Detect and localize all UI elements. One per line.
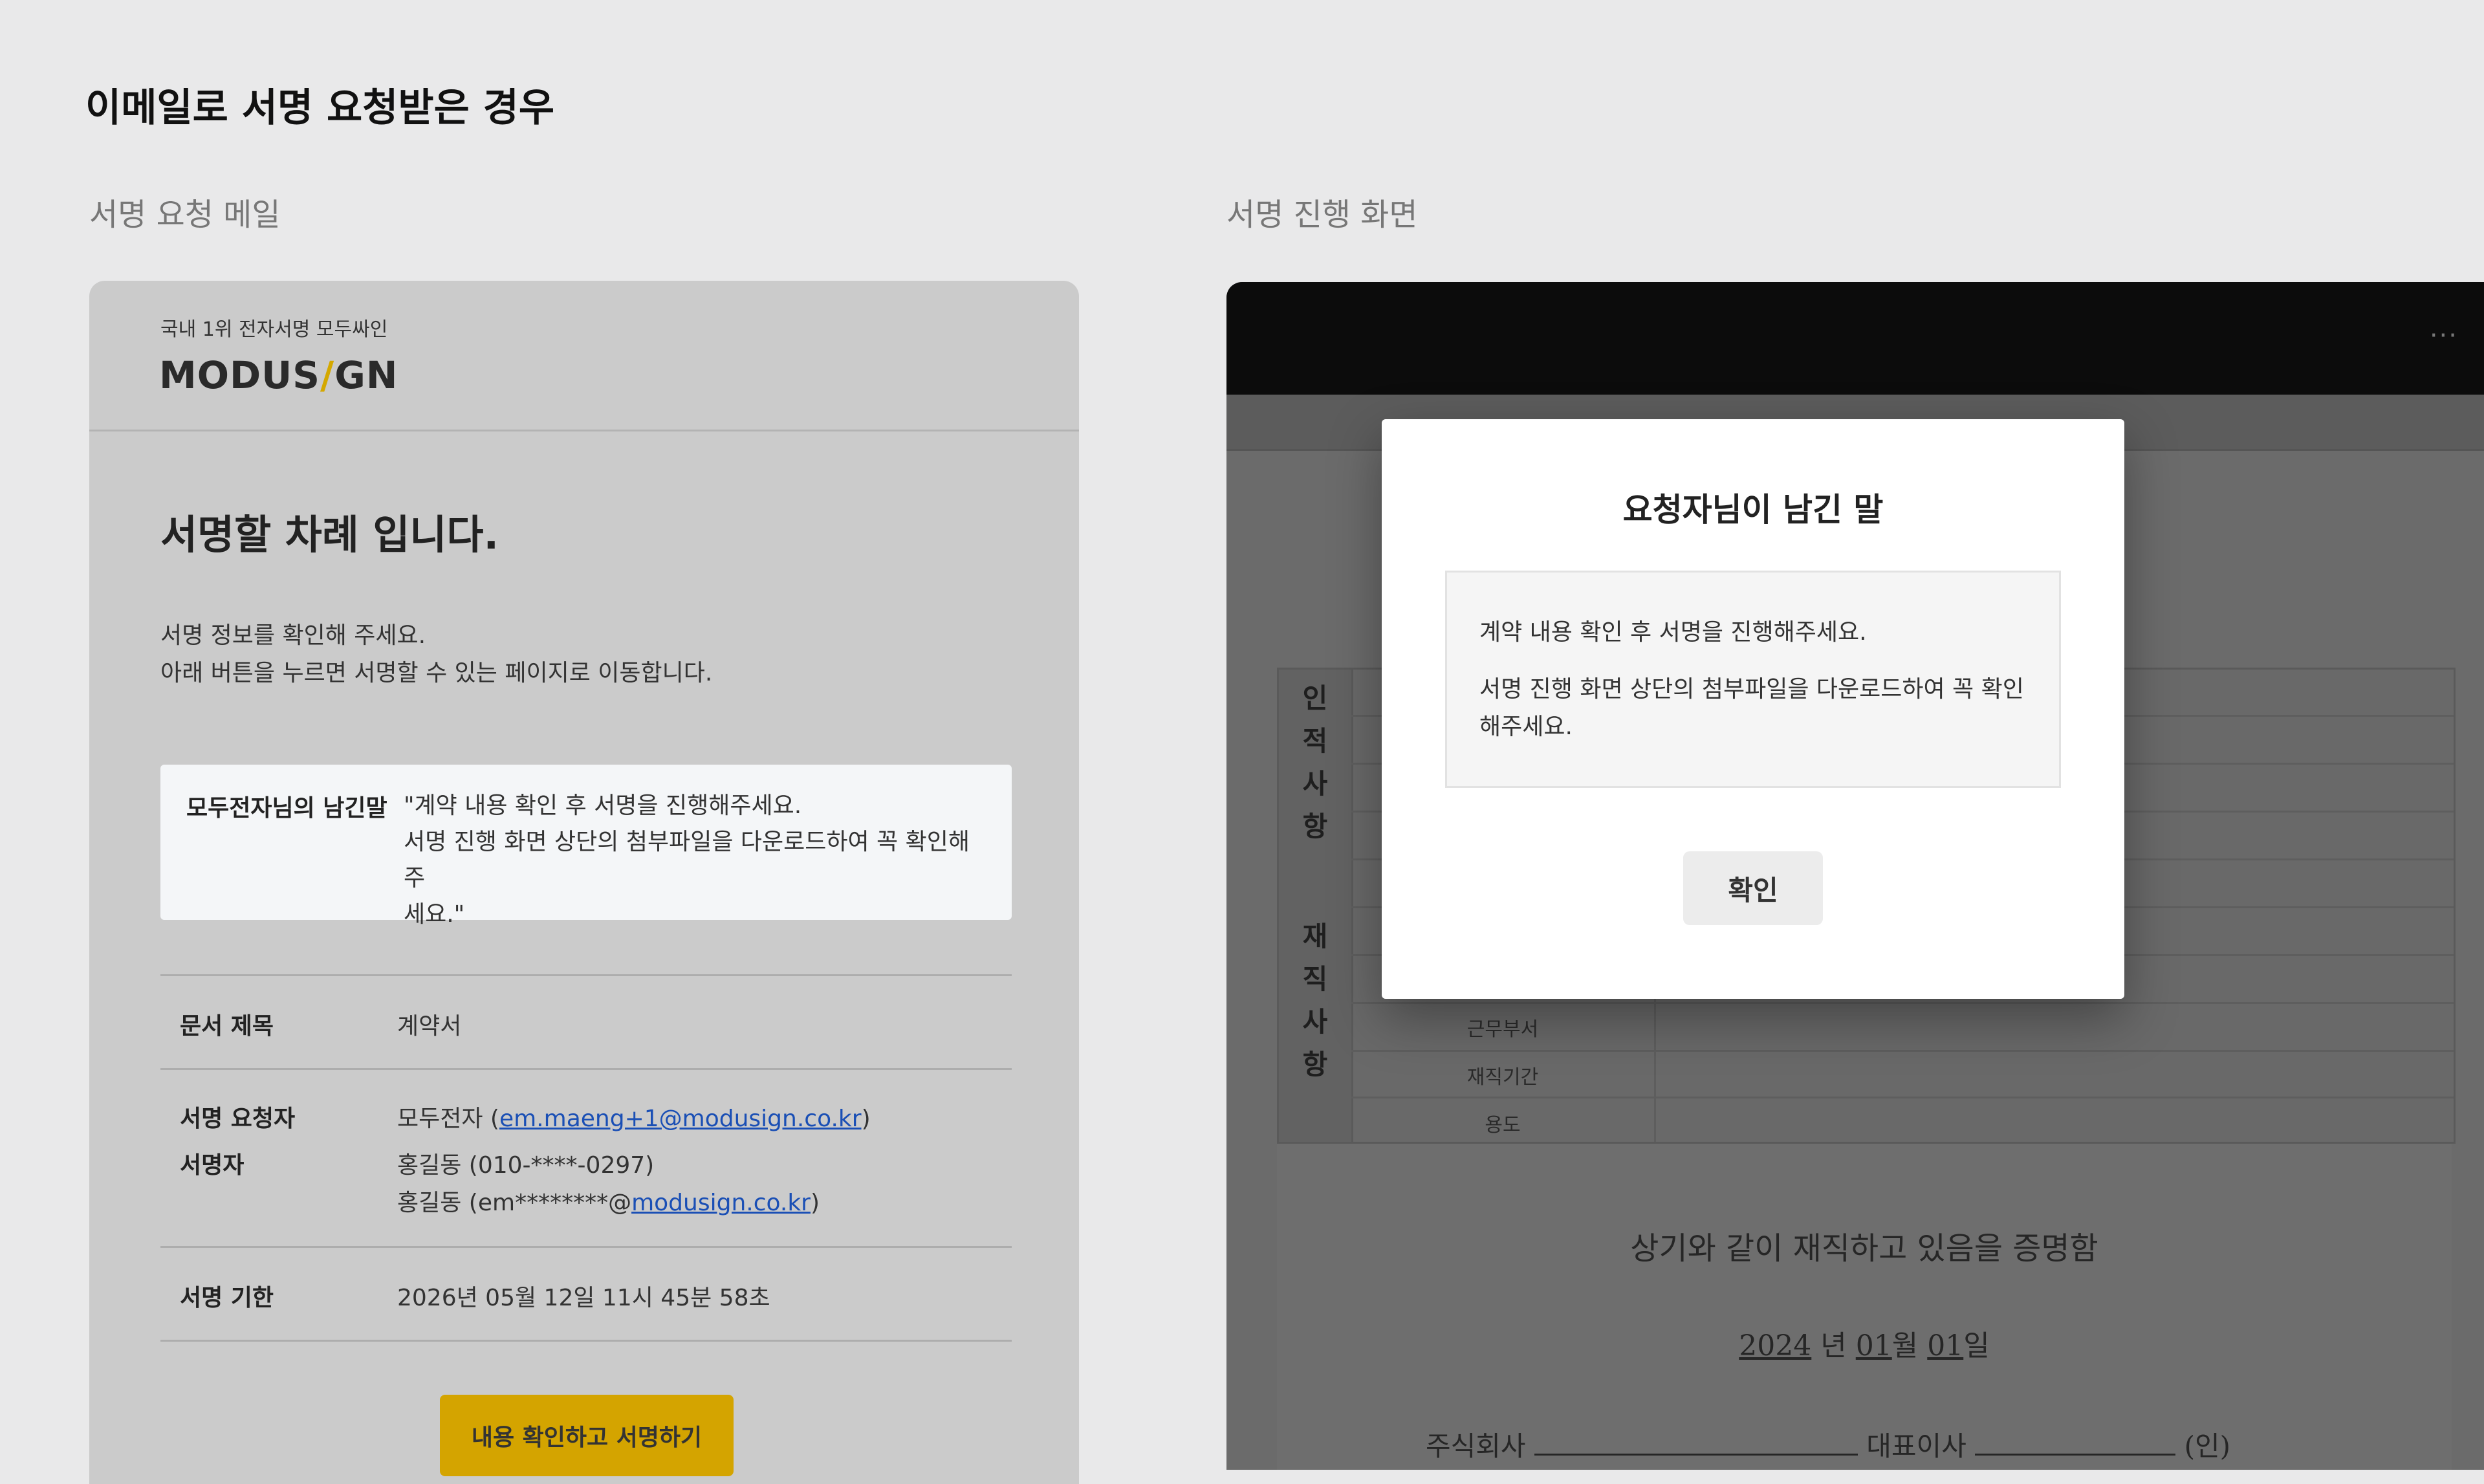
email-intro-line: 서명 정보를 확인해 주세요. xyxy=(160,622,426,649)
requester-email-link[interactable]: em.maeng+1@modusign.co.kr xyxy=(499,1106,862,1132)
modal-message: 계약 내용 확인 후 서명을 진행해주세요. 서명 진행 화면 상단의 첨부파일… xyxy=(1445,571,2061,788)
document-statement: 상기와 같이 재직하고 있음을 증명함 xyxy=(1630,1230,2098,1267)
company-label: 주식회사 xyxy=(1426,1430,1526,1462)
doc-title-label: 문서 제목 xyxy=(180,1013,274,1040)
email-intro: 서명 정보를 확인해 주세요. 아래 버튼을 누르면 서명할 수 있는 페이지로… xyxy=(160,617,712,692)
cell-use-label: 용도 xyxy=(1485,1114,1521,1137)
message-text: "계약 내용 확인 후 서명을 진행해주세요. 서명 진행 화면 상단의 첨부파… xyxy=(404,788,986,933)
date-month: 01 xyxy=(1855,1329,1892,1362)
modal-message-line2: 서명 진행 화면 상단의 첨부파일을 다운로드하여 꼭 확인 xyxy=(1479,676,2024,703)
sign-screen-section-label: 서명 진행 화면 xyxy=(1226,197,1418,233)
side-char: 인 xyxy=(1302,682,1328,714)
top-bar: ··· xyxy=(1226,282,2484,395)
email-intro-line: 아래 버튼을 누르면 서명할 수 있는 페이지로 이동합니다. xyxy=(160,660,713,686)
company-blank xyxy=(1534,1454,1858,1456)
signer-email-link[interactable]: modusign.co.kr xyxy=(631,1190,811,1216)
signer-email: 홍길동 (em********@modusign.co.kr) xyxy=(397,1184,820,1217)
confirm-and-sign-button[interactable]: 내용 확인하고 서명하기 xyxy=(440,1395,734,1476)
requester-value: 모두전자 (em.maeng+1@modusign.co.kr) xyxy=(397,1100,871,1133)
ceo-label: 대표이사 xyxy=(1866,1430,1966,1462)
signer-phone: 홍길동 (010-****-0297) xyxy=(397,1152,655,1179)
modal-confirm-button[interactable]: 확인 xyxy=(1683,851,1823,925)
table-line xyxy=(1351,1050,2454,1052)
date-day: 01 xyxy=(1927,1329,1964,1362)
document-sign-line: 주식회사 대표이사 (인) xyxy=(1426,1424,2230,1464)
side-char: 항 xyxy=(1302,811,1328,842)
requester-label: 서명 요청자 xyxy=(180,1106,296,1132)
date-month-unit: 월 xyxy=(1891,1329,1919,1362)
message-line: 서명 진행 화면 상단의 첨부파일을 다운로드하여 꼭 확인해주 xyxy=(404,829,970,891)
signer-email-close: ) xyxy=(811,1190,820,1216)
date-day-unit: 일 xyxy=(1963,1329,1990,1362)
deadline-label: 서명 기한 xyxy=(180,1285,274,1311)
deadline-value: 2026년 05월 12일 11시 45분 58초 xyxy=(397,1285,770,1311)
requester-message-modal: 요청자님이 남긴 말 계약 내용 확인 후 서명을 진행해주세요. 서명 진행 … xyxy=(1382,419,2124,999)
requester-close: ) xyxy=(861,1106,871,1132)
brand-logo: MODUS/GN xyxy=(159,353,398,397)
side-char: 사 xyxy=(1302,768,1328,800)
table-line xyxy=(1351,1002,2454,1004)
email-section-label: 서명 요청 메일 xyxy=(89,197,281,233)
side-char: 재 xyxy=(1302,921,1328,952)
info-row-doc-title: 문서 제목 계약서 xyxy=(160,974,1012,1068)
info-row-participants: 서명 요청자 모두전자 (em.maeng+1@modusign.co.kr) … xyxy=(160,1068,1012,1246)
side-char: 사 xyxy=(1302,1006,1328,1038)
brand-logo-right: GN xyxy=(334,353,398,397)
signer-label: 서명자 xyxy=(180,1152,245,1179)
document-side-column: 인 적 사 항 재 직 사 항 xyxy=(1279,670,1353,1142)
page-title: 이메일로 서명 요청받은 경우 xyxy=(85,85,555,131)
brand-logo-slash: / xyxy=(320,353,335,397)
brand-logo-left: MODUS xyxy=(159,353,321,397)
side-label-personal: 인 적 사 항 xyxy=(1279,677,1351,848)
seal-label: (인) xyxy=(2184,1430,2230,1462)
more-icon[interactable]: ··· xyxy=(2430,321,2458,351)
cell-dept-label: 근무부서 xyxy=(1466,1018,1539,1041)
message-line: 세요." xyxy=(404,901,465,928)
modal-message-line3: 해주세요. xyxy=(1479,714,1573,740)
side-char: 직 xyxy=(1302,963,1328,995)
email-heading: 서명할 차례 입니다. xyxy=(160,511,499,558)
info-row-deadline: 서명 기한 2026년 05월 12일 11시 45분 58초 xyxy=(160,1246,1012,1342)
signer-email-prefix: 홍길동 (em********@ xyxy=(397,1190,632,1216)
side-label-employment: 재 직 사 항 xyxy=(1279,915,1351,1086)
date-year: 2024 xyxy=(1739,1329,1812,1362)
doc-title-value: 계약서 xyxy=(397,1013,462,1040)
signature-info-table: 문서 제목 계약서 서명 요청자 모두전자 (em.maeng+1@modusi… xyxy=(160,974,1012,1342)
modal-message-line: 서명 진행 화면 상단의 첨부파일을 다운로드하여 꼭 확인해주세요. xyxy=(1479,671,2027,746)
table-line xyxy=(1351,1097,2454,1098)
side-char: 항 xyxy=(1302,1049,1328,1080)
message-line: "계약 내용 확인 후 서명을 진행해주세요. xyxy=(404,792,802,819)
date-year-unit: 년 xyxy=(1820,1329,1847,1362)
email-header: 국내 1위 전자서명 모두싸인 MODUS/GN xyxy=(89,281,1079,431)
side-char: 적 xyxy=(1302,725,1328,757)
requester-message-box: 모두전자님의 남긴말 "계약 내용 확인 후 서명을 진행해주세요. 서명 진행… xyxy=(160,765,1012,928)
signature-request-email: 국내 1위 전자서명 모두싸인 MODUS/GN 서명할 차례 입니다. 서명 … xyxy=(89,281,1079,1484)
cell-period-label: 재직기간 xyxy=(1466,1066,1539,1089)
modal-message-line: 계약 내용 확인 후 서명을 진행해주세요. xyxy=(1479,619,1867,646)
brand-tagline: 국내 1위 전자서명 모두싸인 xyxy=(160,318,388,341)
modal-title: 요청자님이 남긴 말 xyxy=(1622,491,1884,529)
ceo-blank xyxy=(1975,1454,2176,1456)
document-date: 2024 년 01월 01일 xyxy=(1277,1322,2452,1364)
requester-name: 모두전자 ( xyxy=(397,1106,499,1132)
message-label: 모두전자님의 남긴말 xyxy=(186,795,387,822)
